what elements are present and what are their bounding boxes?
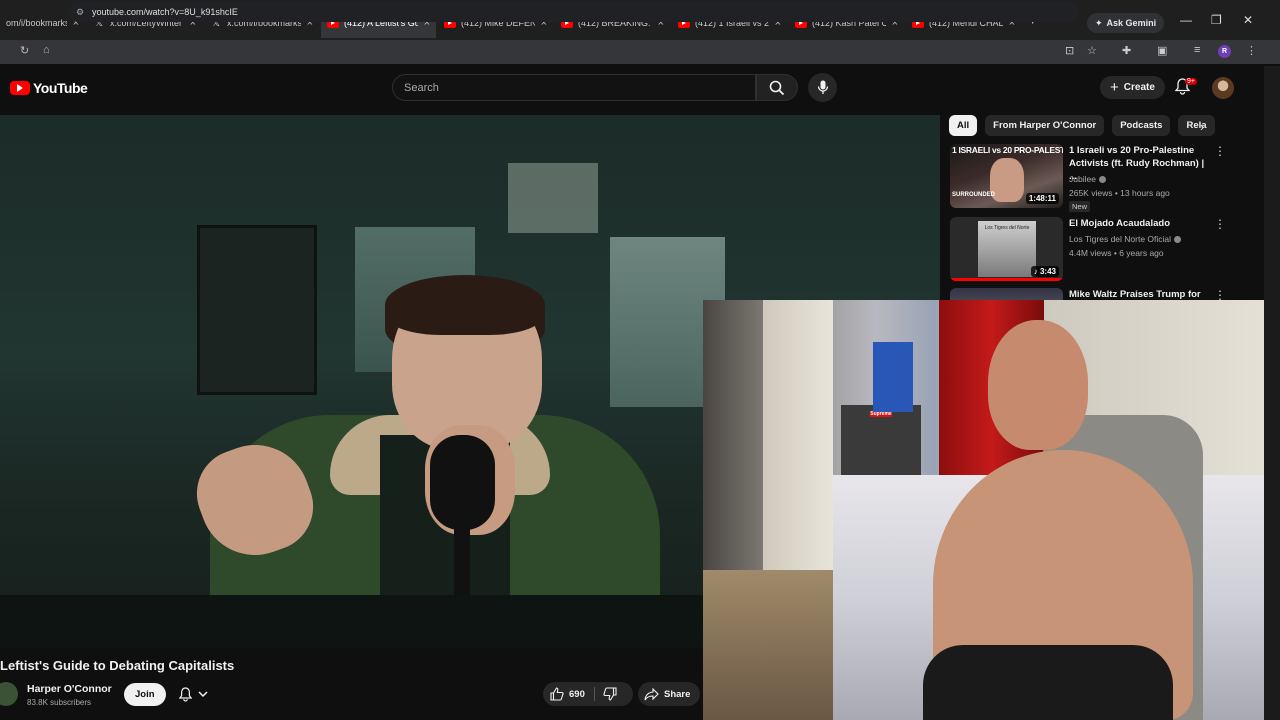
search-placeholder: Search	[404, 81, 439, 94]
youtube-play-icon	[10, 81, 30, 95]
thumbnail-badge-text: SURROUNDED	[952, 192, 996, 198]
bookmark-star-icon[interactable]: ☆	[1087, 44, 1097, 57]
video-scene-lamp	[508, 163, 598, 233]
album-cover: Los Tigres del Norte	[978, 221, 1036, 277]
recommendation-item[interactable]: 1 ISRAELI vs 20 PRO-PALESTINE SURROUNDED…	[950, 144, 1240, 219]
search-input[interactable]: Search	[392, 74, 756, 101]
webcam-floor	[703, 570, 853, 720]
user-avatar[interactable]	[1212, 77, 1234, 99]
create-button[interactable]: + Create	[1100, 76, 1165, 99]
youtube-logo[interactable]: YouTube	[10, 80, 88, 96]
url-text: youtube.com/watch?v=8U_k91shcIE	[92, 7, 238, 17]
channel-name-main[interactable]: Harper O'Connor	[27, 683, 112, 695]
ask-gemini-label: Ask Gemini	[1106, 18, 1157, 28]
tab-title: om/i/bookmarks	[6, 18, 67, 28]
share-arrow-icon	[644, 687, 659, 700]
ask-gemini-button[interactable]: ✦ Ask Gemini	[1087, 13, 1165, 33]
browser-menu-icon[interactable]: ⋮	[1246, 44, 1257, 57]
video-meta: 4.4M views • 6 years ago	[1069, 248, 1164, 258]
reload-icon[interactable]: ↻	[20, 44, 29, 57]
webcam-person-pants	[923, 645, 1173, 720]
restore-icon[interactable]: ❐	[1211, 13, 1222, 27]
page-scrollbar[interactable]	[1264, 66, 1280, 720]
album-cover-text: Los Tigres del Norte	[984, 225, 1030, 231]
thumbnail-title-text: 1 ISRAELI vs 20 PRO-PALESTINE	[952, 145, 1063, 155]
duration-text: 3:43	[1039, 267, 1056, 276]
more-options-icon[interactable]: ⋮	[1214, 144, 1226, 158]
subscriber-count: 83.8K subscribers	[27, 698, 92, 707]
video-title[interactable]: El Mojado Acaudalado	[1069, 217, 1209, 230]
notification-count-badge: 9+	[1185, 78, 1197, 85]
url-field[interactable]: ⚙ youtube.com/watch?v=8U_k91shcIE	[68, 2, 1078, 22]
chevron-down-icon	[197, 691, 208, 698]
more-options-icon[interactable]: ⋮	[1214, 217, 1226, 231]
channel-name[interactable]: Los Tigres del Norte Oficial	[1069, 234, 1182, 244]
verified-icon	[1174, 236, 1182, 244]
create-label: Create	[1123, 82, 1155, 93]
video-speaker-hair-top	[385, 275, 545, 335]
bell-icon	[178, 687, 192, 702]
dislike-button[interactable]	[595, 687, 617, 701]
video-thumbnail[interactable]: 1 ISRAELI vs 20 PRO-PALESTINE SURROUNDED…	[950, 144, 1063, 208]
webcam-person-head	[988, 320, 1088, 450]
video-scene-painting	[197, 225, 317, 395]
search-icon	[769, 80, 785, 95]
voice-search-button[interactable]	[808, 73, 837, 102]
video-duration: ♪ 3:43	[1030, 266, 1059, 277]
share-button[interactable]: Share	[638, 682, 701, 706]
chip-from-channel[interactable]: From Harper O'Connor	[985, 115, 1105, 136]
thumbnail-face	[990, 158, 1024, 202]
video-thumbnail[interactable]	[950, 288, 1063, 300]
subscription-notify-button[interactable]	[168, 683, 218, 706]
extensions-icon[interactable]: ✚	[1122, 44, 1131, 57]
home-icon[interactable]: ⌂	[43, 44, 50, 56]
window-close-icon[interactable]: ✕	[1243, 13, 1253, 27]
side-panel-icon[interactable]: ▣	[1157, 44, 1167, 57]
minimize-icon[interactable]: —	[1180, 13, 1192, 27]
site-info-icon[interactable]: ⚙	[76, 7, 84, 18]
chip-related[interactable]: Rela	[1178, 115, 1215, 136]
video-title[interactable]: Mike Waltz Praises Trump for	[1069, 288, 1209, 300]
video-title-main: Leftist's Guide to Debating Capitalists	[0, 658, 235, 673]
join-button[interactable]: Join	[124, 683, 166, 706]
related-filter-chips: All From Harper O'Connor Podcasts Rela	[949, 115, 1215, 137]
chip-podcasts[interactable]: Podcasts	[1112, 115, 1171, 136]
like-button[interactable]: 690	[543, 682, 585, 706]
plus-icon: +	[1110, 79, 1119, 96]
channel-name-text: Jubilee	[1069, 174, 1096, 184]
gemini-sparkle-icon: ✦	[1095, 17, 1103, 28]
video-duration: 1:48:11	[1025, 193, 1059, 204]
youtube-logo-text: YouTube	[33, 80, 88, 96]
channel-name[interactable]: Jubilee	[1069, 174, 1106, 184]
webcam-door	[763, 300, 833, 570]
channel-name-text: Los Tigres del Norte Oficial	[1069, 234, 1172, 244]
search-button[interactable]	[756, 74, 798, 101]
recommendation-item[interactable]: Mike Waltz Praises Trump for ⋮	[950, 288, 1240, 300]
new-badge: New	[1069, 201, 1091, 212]
webcam-blue-box	[873, 342, 913, 412]
share-label: Share	[664, 688, 691, 700]
recommendation-item[interactable]: Los Tigres del Norte ♪ 3:43 El Mojado Ac…	[950, 217, 1240, 292]
install-app-icon[interactable]: ⊡	[1065, 44, 1074, 57]
more-options-icon[interactable]: ⋮	[1214, 288, 1226, 300]
chevron-right-icon[interactable]: ›	[1200, 119, 1204, 134]
media-controls-icon[interactable]: ≡	[1194, 44, 1200, 56]
video-meta: 265K views • 13 hours ago	[1069, 188, 1170, 198]
webcam-overlay: Supreme	[703, 300, 1280, 720]
verified-icon	[1098, 176, 1106, 184]
thumbs-up-icon	[550, 687, 564, 701]
video-thumbnail[interactable]: Los Tigres del Norte ♪ 3:43	[950, 217, 1063, 281]
thumbs-down-icon	[603, 687, 617, 701]
like-dislike-group: 690	[543, 682, 633, 706]
browser-profile-avatar[interactable]: R	[1218, 45, 1231, 58]
microphone-icon	[817, 80, 828, 94]
channel-avatar[interactable]	[0, 682, 18, 706]
watched-progress-bar	[950, 278, 1063, 281]
like-count: 690	[569, 688, 585, 700]
chip-all[interactable]: All	[949, 115, 978, 136]
